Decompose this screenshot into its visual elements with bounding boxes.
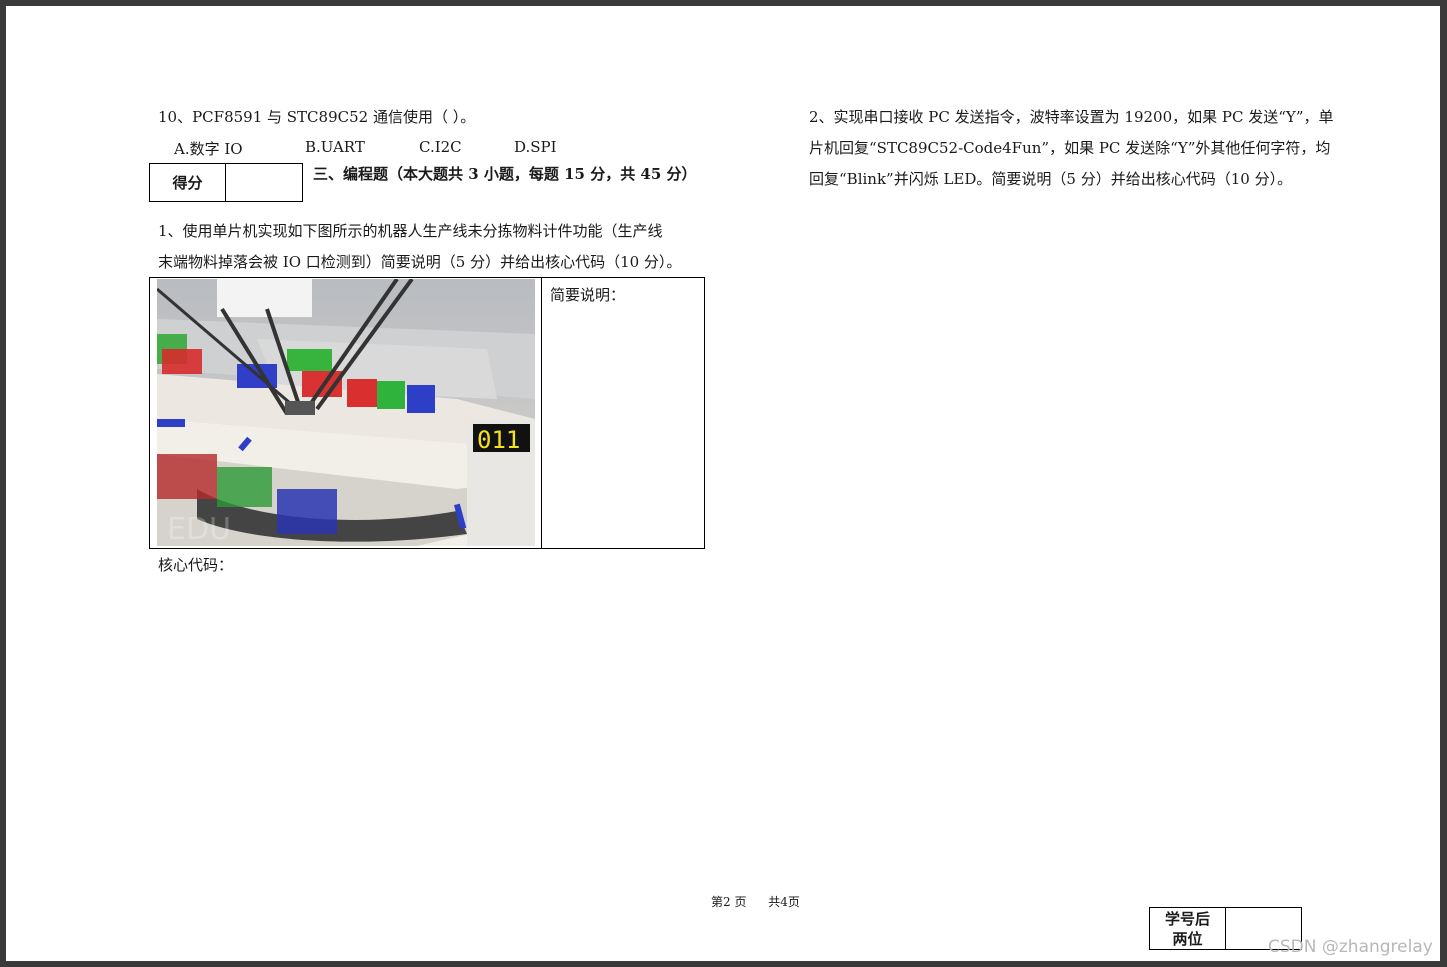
section-title: 三、编程题（本大题共 3 小题，每题 15 分，共 45 分） [313,165,697,183]
student-id-label: 学号后 两位 [1150,908,1226,949]
brief-explanation-label: 简要说明： [550,286,626,304]
question-10: 10、PCF8591 与 STC89C52 通信使用（ ）。 [158,108,476,126]
option-d: D.SPI [514,138,557,156]
score-box: 得分 [149,163,303,202]
option-c: C.I2C [419,138,462,156]
score-label: 得分 [150,164,226,201]
production-line-image: 011 EDU [157,279,535,546]
student-id-label-line-1: 学号后 [1164,909,1210,928]
question-1-line-2: 末端物料掉落会被 IO 口检测到）简要说明（5 分）并给出核心代码（10 分）。 [158,253,682,271]
counter-display: 011 [477,426,520,454]
question-2-line-2: 片机回复“STC89C52-Code4Fun”，如果 PC 发送除“Y”外其他任… [809,139,1331,157]
page-number: 第2 页 [711,895,747,909]
student-id-label-line-2: 两位 [1172,929,1203,948]
exam-page: 10、PCF8591 与 STC89C52 通信使用（ ）。 A.数字 IO B… [6,6,1440,961]
page-footer: 第2 页 共4页 [711,893,818,910]
robot-line-illustration: 011 EDU [157,279,535,546]
page-total: 共4页 [768,895,800,909]
question-2-line-1: 2、实现串口接收 PC 发送指令，波特率设置为 19200，如果 PC 发送“Y… [809,108,1334,126]
sim-watermark: EDU [167,512,231,546]
core-code-label: 核心代码： [158,556,234,574]
question-1-line-1: 1、使用单片机实现如下图所示的机器人生产线未分拣物料计件功能（生产线 [158,222,663,240]
question-1-figure-table: 011 EDU 简要说明： [149,277,705,549]
csdn-watermark: CSDN @zhangrelay [1268,937,1433,957]
figure-divider [541,278,542,548]
option-b: B.UART [305,138,365,156]
option-a: A.数字 IO [174,140,243,158]
question-2-line-3: 回复“Blink”并闪烁 LED。简要说明（5 分）并给出核心代码（10 分）。 [809,170,1293,188]
